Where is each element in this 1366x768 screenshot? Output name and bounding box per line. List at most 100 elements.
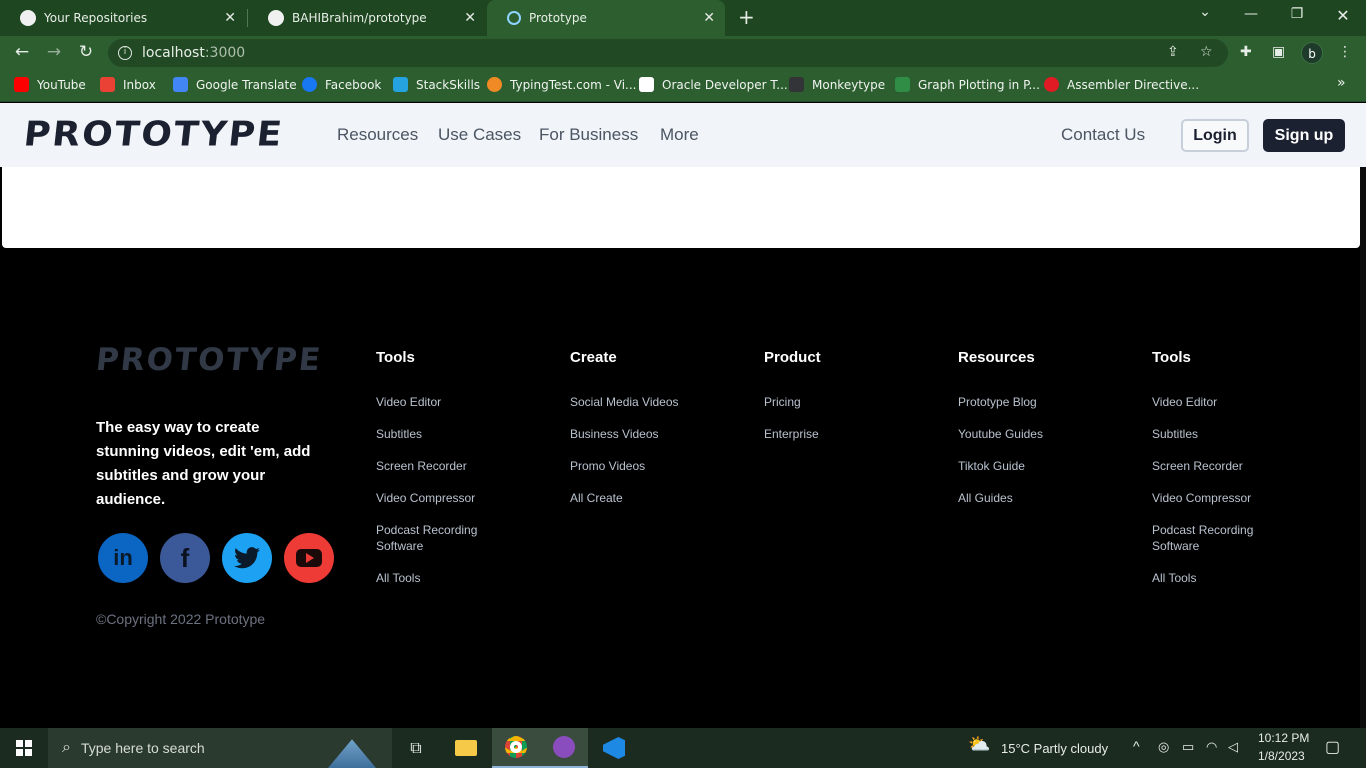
- nav-use-cases[interactable]: Use Cases: [438, 125, 521, 145]
- close-icon[interactable]: ✕: [703, 10, 715, 26]
- monkeytype-icon: [789, 77, 804, 92]
- notifications-icon[interactable]: ▢: [1325, 737, 1340, 757]
- tab-search-icon[interactable]: ⌄: [1193, 4, 1217, 20]
- footer-link[interactable]: Video Compressor: [1152, 490, 1282, 506]
- url-port: :3000: [204, 45, 246, 61]
- footer-link[interactable]: Business Videos: [570, 426, 700, 442]
- footer-link[interactable]: Enterprise: [764, 426, 894, 442]
- signup-button[interactable]: Sign up: [1263, 119, 1345, 152]
- minimize-icon[interactable]: —: [1239, 6, 1263, 22]
- footer-link[interactable]: Video Editor: [376, 394, 506, 410]
- github-desktop-button[interactable]: [540, 728, 588, 768]
- footer-link[interactable]: Tiktok Guide: [958, 458, 1088, 474]
- linkedin-button[interactable]: in: [98, 533, 148, 583]
- file-explorer-button[interactable]: [442, 728, 490, 768]
- restore-icon[interactable]: ❐: [1285, 6, 1309, 22]
- bookmark-inbox[interactable]: Inbox: [100, 77, 156, 92]
- site-info-icon[interactable]: i: [118, 46, 132, 60]
- facebook-icon: [302, 77, 317, 92]
- footer-link[interactable]: Promo Videos: [570, 458, 700, 474]
- new-tab-button[interactable]: +: [738, 5, 755, 29]
- facebook-button[interactable]: f: [160, 533, 210, 583]
- facebook-icon: f: [180, 542, 190, 573]
- taskbar-search-input[interactable]: ⌕ Type here to search: [48, 728, 392, 768]
- footer-link[interactable]: Video Compressor: [376, 490, 506, 506]
- chrome-taskbar-button[interactable]: [492, 728, 540, 768]
- footer-link[interactable]: Podcast Recording Software: [376, 522, 506, 554]
- window-close-icon[interactable]: ✕: [1331, 6, 1355, 25]
- footer-column-product: Product Pricing Enterprise: [764, 349, 894, 458]
- opera-icon: [1044, 77, 1059, 92]
- bookmark-youtube[interactable]: YouTube: [14, 77, 86, 92]
- nav-for-business[interactable]: For Business: [539, 125, 638, 145]
- scrollbar[interactable]: [1360, 167, 1366, 728]
- youtube-button[interactable]: [284, 533, 334, 583]
- task-view-icon: ⧉: [410, 738, 422, 757]
- footer-link[interactable]: Social Media Videos: [570, 394, 700, 410]
- site-logo[interactable]: PROTOTYPE: [22, 115, 286, 154]
- chrome-menu-icon[interactable]: ⋮: [1338, 44, 1352, 60]
- nav-more[interactable]: More: [660, 125, 699, 145]
- footer-link[interactable]: Youtube Guides: [958, 426, 1088, 442]
- bookmark-facebook[interactable]: Facebook: [302, 77, 381, 92]
- footer-link[interactable]: All Tools: [376, 570, 506, 586]
- footer-link[interactable]: Screen Recorder: [1152, 458, 1282, 474]
- footer-link[interactable]: Podcast Recording Software: [1152, 522, 1282, 554]
- search-placeholder: Type here to search: [80, 740, 205, 756]
- footer-link[interactable]: Subtitles: [376, 426, 506, 442]
- footer-link[interactable]: All Create: [570, 490, 700, 506]
- bookmark-assembler[interactable]: Assembler Directive...: [1044, 77, 1199, 92]
- nav-contact-us[interactable]: Contact Us: [1061, 125, 1145, 145]
- back-icon[interactable]: ←: [11, 42, 33, 62]
- close-icon[interactable]: ✕: [224, 10, 236, 26]
- footer-link[interactable]: Video Editor: [1152, 394, 1282, 410]
- start-button[interactable]: [0, 728, 48, 768]
- bookmark-typingtest[interactable]: TypingTest.com - Vi...: [487, 77, 637, 92]
- twitter-button[interactable]: [222, 533, 272, 583]
- bookmark-google-translate[interactable]: Google Translate: [173, 77, 297, 92]
- site-navbar: PROTOTYPE Resources Use Cases For Busine…: [0, 103, 1366, 167]
- bookmark-monkeytype[interactable]: Monkeytype: [789, 77, 885, 92]
- clock-time[interactable]: 10:12 PM: [1258, 731, 1309, 745]
- windows-icon: [16, 740, 32, 756]
- profile-avatar[interactable]: b: [1301, 42, 1323, 64]
- bookmark-star-icon[interactable]: ☆: [1200, 44, 1213, 60]
- footer-link[interactable]: Subtitles: [1152, 426, 1282, 442]
- tab-prototype[interactable]: Prototype ✕: [487, 0, 725, 36]
- hidden-icons-chevron-icon[interactable]: ^: [1133, 738, 1140, 754]
- footer-link[interactable]: Screen Recorder: [376, 458, 506, 474]
- extensions-icon[interactable]: ✚: [1240, 44, 1252, 60]
- footer-column-resources: Resources Prototype Blog Youtube Guides …: [958, 349, 1088, 522]
- forward-icon[interactable]: →: [43, 42, 65, 62]
- footer-link[interactable]: Prototype Blog: [958, 394, 1088, 410]
- wifi-icon[interactable]: ◠: [1206, 739, 1217, 755]
- bookmark-oracle[interactable]: Oracle Developer T...: [639, 77, 788, 92]
- translate-icon: [173, 77, 188, 92]
- battery-icon[interactable]: ▭: [1182, 739, 1194, 755]
- tab-your-repositories[interactable]: Your Repositories ✕: [0, 0, 246, 36]
- footer-column-tools-2: Tools Video Editor Subtitles Screen Reco…: [1152, 349, 1282, 602]
- clock-date[interactable]: 1/8/2023: [1258, 749, 1305, 763]
- bookmark-graph-plotting[interactable]: Graph Plotting in P...: [895, 77, 1040, 92]
- volume-icon[interactable]: ◁: [1228, 739, 1238, 755]
- login-button[interactable]: Login: [1181, 119, 1249, 152]
- share-icon[interactable]: ⇪: [1167, 44, 1179, 60]
- github-icon: [268, 10, 284, 26]
- bookmarks-overflow[interactable]: »: [1337, 75, 1346, 91]
- close-icon[interactable]: ✕: [464, 10, 476, 26]
- task-view-button[interactable]: ⧉: [392, 728, 440, 768]
- address-bar[interactable]: i localhost:3000: [108, 39, 1228, 67]
- nav-resources[interactable]: Resources: [337, 125, 418, 145]
- footer-link[interactable]: Pricing: [764, 394, 894, 410]
- bookmark-stackskills[interactable]: StackSkills: [393, 77, 480, 92]
- vscode-button[interactable]: [590, 728, 638, 768]
- footer-link[interactable]: All Tools: [1152, 570, 1282, 586]
- url-host: localhost: [142, 45, 205, 61]
- weather-text[interactable]: 15°C Partly cloudy: [1001, 741, 1108, 756]
- side-panel-icon[interactable]: ▣: [1272, 44, 1285, 60]
- reload-icon[interactable]: ↻: [75, 42, 97, 62]
- footer-link[interactable]: All Guides: [958, 490, 1088, 506]
- tab-bahibrahim-prototype[interactable]: BAHIBrahim/prototype ✕: [248, 0, 486, 36]
- tab-title: BAHIBrahim/prototype: [292, 11, 427, 25]
- meet-now-icon[interactable]: ◎: [1158, 739, 1169, 755]
